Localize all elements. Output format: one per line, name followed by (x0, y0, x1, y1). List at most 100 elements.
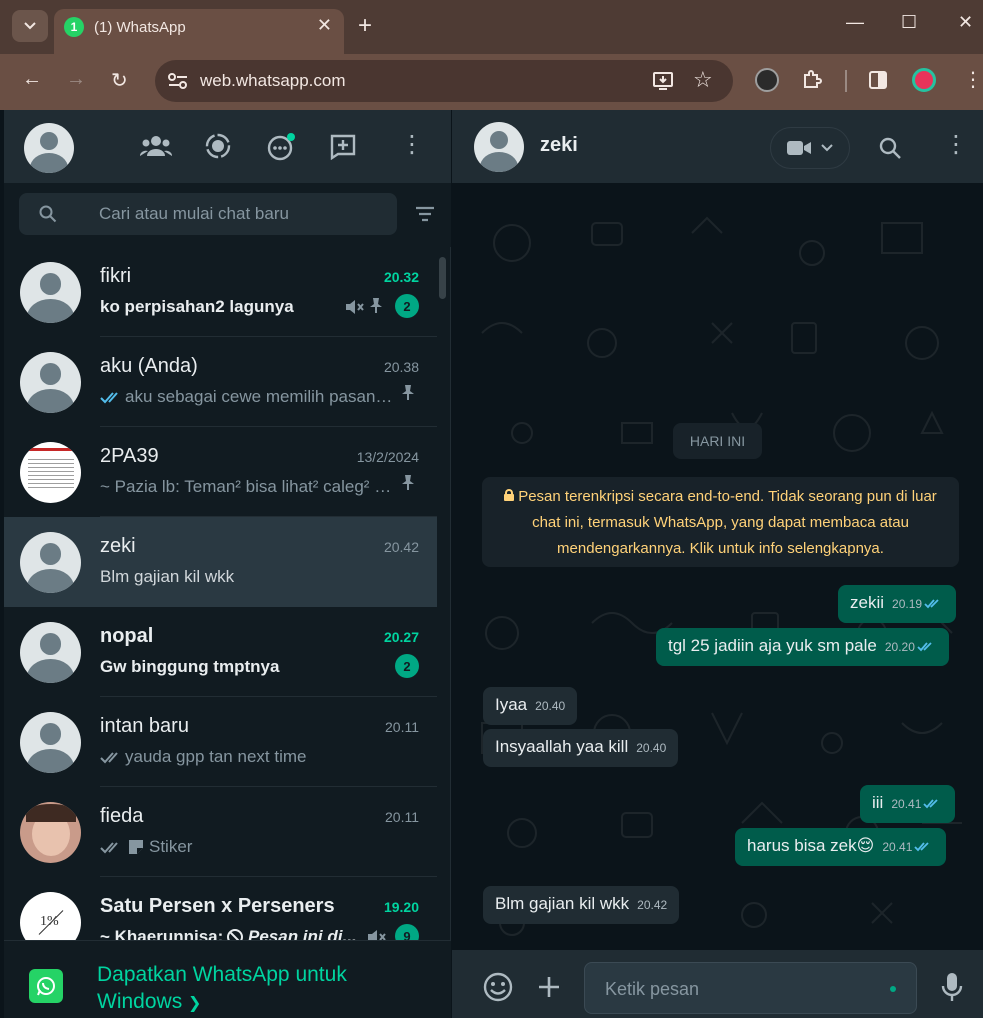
deleted-message-icon (227, 929, 243, 940)
message-time: 20.19 (892, 597, 923, 611)
install-app-icon[interactable] (652, 71, 674, 91)
muted-icon (346, 300, 364, 314)
chat-last-message: ko perpisahan2 lagunya (100, 297, 294, 316)
chat-item-2pa39[interactable]: 2PA39 13/2/2024 ~ Pazia lb: Teman² bisa … (4, 427, 437, 517)
contact-avatar[interactable] (474, 122, 524, 172)
message-bubble-out[interactable]: harus bisa zek😌 20.41 (735, 828, 947, 866)
chat-last-message: Pesan ini di... (248, 927, 357, 940)
tab-title: (1) WhatsApp (94, 19, 186, 36)
chat-list-scrollbar[interactable] (439, 257, 446, 299)
chat-message-sender: ~ Khaerunnisa: (100, 927, 224, 940)
tab-search-button[interactable] (12, 10, 48, 42)
chevron-down-icon (821, 144, 833, 152)
chat-time: 20.38 (383, 359, 419, 375)
read-ticks-icon (917, 641, 937, 653)
chevron-down-icon (24, 22, 36, 30)
chat-item-aku-anda[interactable]: aku (Anda) 20.38 aku sebagai cewe memili… (4, 337, 437, 427)
chat-item-fikri[interactable]: fikri 20.32 ko perpisahan2 lagunya 2 (4, 247, 437, 337)
search-input[interactable] (99, 201, 379, 227)
channels-icon[interactable] (266, 132, 296, 162)
message-bubble-in[interactable]: Blm gajian kil wkk 20.42 (483, 886, 680, 924)
chat-name: zeki (100, 535, 136, 557)
search-icon[interactable] (878, 136, 902, 160)
maximize-icon[interactable]: ☐ (901, 12, 917, 33)
chat-time: 19.20 (383, 899, 419, 915)
read-ticks-icon (923, 798, 943, 810)
message-time: 20.40 (636, 741, 667, 755)
bookmark-star-icon[interactable]: ☆ (693, 67, 713, 93)
filter-icon[interactable] (415, 206, 435, 222)
search-row (4, 183, 451, 247)
message-bubble-in[interactable]: Iyaa 20.40 (483, 687, 578, 725)
read-ticks-icon (100, 392, 118, 404)
message-text: harus bisa zek😌 (747, 836, 875, 855)
sidebar-menu-icon[interactable]: ⋮ (400, 130, 424, 159)
message-bubble-out[interactable]: zekii 20.19 (838, 585, 957, 623)
close-window-icon[interactable]: ✕ (958, 12, 973, 33)
avatar (20, 532, 81, 593)
communities-icon[interactable] (140, 132, 172, 160)
chat-item-satu-persen[interactable]: 1% Satu Persen x Perseners 19.20 ~ Khaer… (4, 877, 437, 940)
windows-app-promo[interactable]: Dapatkan WhatsApp untuk Windows ❯ (4, 940, 451, 1018)
unread-badge: 9 (395, 924, 419, 940)
contact-name[interactable]: zeki (540, 134, 578, 157)
minimize-icon[interactable]: — (846, 12, 864, 33)
profile-avatar-icon[interactable] (912, 68, 936, 92)
tab-close-icon[interactable]: ✕ (317, 15, 332, 36)
chevron-right-icon: ❯ (188, 995, 202, 1012)
chat-last-message: Stiker (149, 837, 193, 856)
chat-time: 13/2/2024 (356, 449, 419, 465)
chat-last-message: ~ Pazia lb: Teman² bisa lihat² caleg² du… (100, 477, 392, 496)
chat-name: fieda (100, 805, 144, 827)
attach-plus-icon[interactable] (538, 976, 560, 998)
chat-name: Satu Persen x Perseners (100, 895, 335, 917)
microphone-icon[interactable] (941, 972, 963, 1002)
status-icon[interactable] (204, 132, 232, 160)
search-icon (39, 205, 57, 223)
my-avatar[interactable] (24, 123, 74, 173)
chat-list: fikri 20.32 ko perpisahan2 lagunya 2 aku… (4, 247, 451, 940)
extension-incognito-icon[interactable] (755, 68, 779, 92)
message-bubble-in[interactable]: Insyaallah yaa kill 20.40 (483, 729, 679, 767)
browser-tab[interactable]: 1 (1) WhatsApp ✕ (54, 9, 344, 54)
encryption-notice[interactable]: Pesan terenkripsi secara end-to-end. Tid… (482, 477, 959, 567)
conversation-header[interactable]: zeki ⋮ (452, 110, 983, 183)
conversation-menu-icon[interactable]: ⋮ (944, 130, 968, 159)
input-indicator-dot (890, 986, 896, 992)
chat-item-fieda[interactable]: fieda 20.11 Stiker (4, 787, 437, 877)
emoji-icon[interactable] (483, 972, 513, 1002)
forward-icon[interactable]: → (66, 68, 86, 91)
tab-badge: 1 (70, 20, 78, 34)
chat-time: 20.11 (385, 719, 419, 735)
new-tab-button[interactable]: + (358, 12, 372, 40)
chat-item-intan-baru[interactable]: intan baru 20.11 yauda gpp tan next time (4, 697, 437, 787)
address-bar[interactable]: web.whatsapp.com ☆ (155, 60, 733, 102)
message-text: zekii (850, 593, 885, 612)
chat-item-zeki[interactable]: zeki 20.42 Blm gajian kil wkk (4, 517, 437, 607)
chat-item-nopal[interactable]: nopal 20.27 Gw binggung tmptnya 2 (4, 607, 437, 697)
reload-icon[interactable]: ↻ (111, 68, 128, 93)
message-input[interactable] (605, 975, 875, 1003)
side-panel-icon[interactable] (868, 70, 888, 90)
chat-last-message: Blm gajian kil wkk (100, 567, 235, 586)
promo-text[interactable]: Dapatkan WhatsApp untuk Windows ❯ (97, 961, 397, 1017)
read-ticks-icon (924, 598, 944, 610)
site-info-icon[interactable] (167, 71, 189, 91)
message-input-box (584, 962, 917, 1014)
chat-name: aku (Anda) (100, 355, 198, 377)
chat-time: 20.11 (385, 809, 419, 825)
back-icon[interactable]: ← (22, 68, 42, 91)
browser-menu-icon[interactable]: ⋮ (963, 67, 983, 92)
new-chat-icon[interactable] (329, 132, 357, 160)
video-call-button[interactable] (770, 127, 850, 169)
extensions-puzzle-icon[interactable] (801, 69, 823, 91)
message-time: 20.40 (535, 699, 566, 713)
chat-name: nopal (100, 625, 154, 647)
message-bubble-out[interactable]: iii 20.41 (860, 785, 956, 823)
group-avatar (20, 442, 81, 503)
browser-toolbar: ← → ↻ web.whatsapp.com ☆ ⋮ (0, 54, 983, 110)
group-avatar: 1% (20, 892, 81, 940)
message-bubble-out[interactable]: tgl 25 jadiin aja yuk sm pale 20.20 (656, 628, 949, 666)
chat-last-message: aku sebagai cewe memilih pasangan (125, 387, 393, 406)
encryption-notice-text: Pesan terenkripsi secara end-to-end. Tid… (518, 488, 937, 557)
